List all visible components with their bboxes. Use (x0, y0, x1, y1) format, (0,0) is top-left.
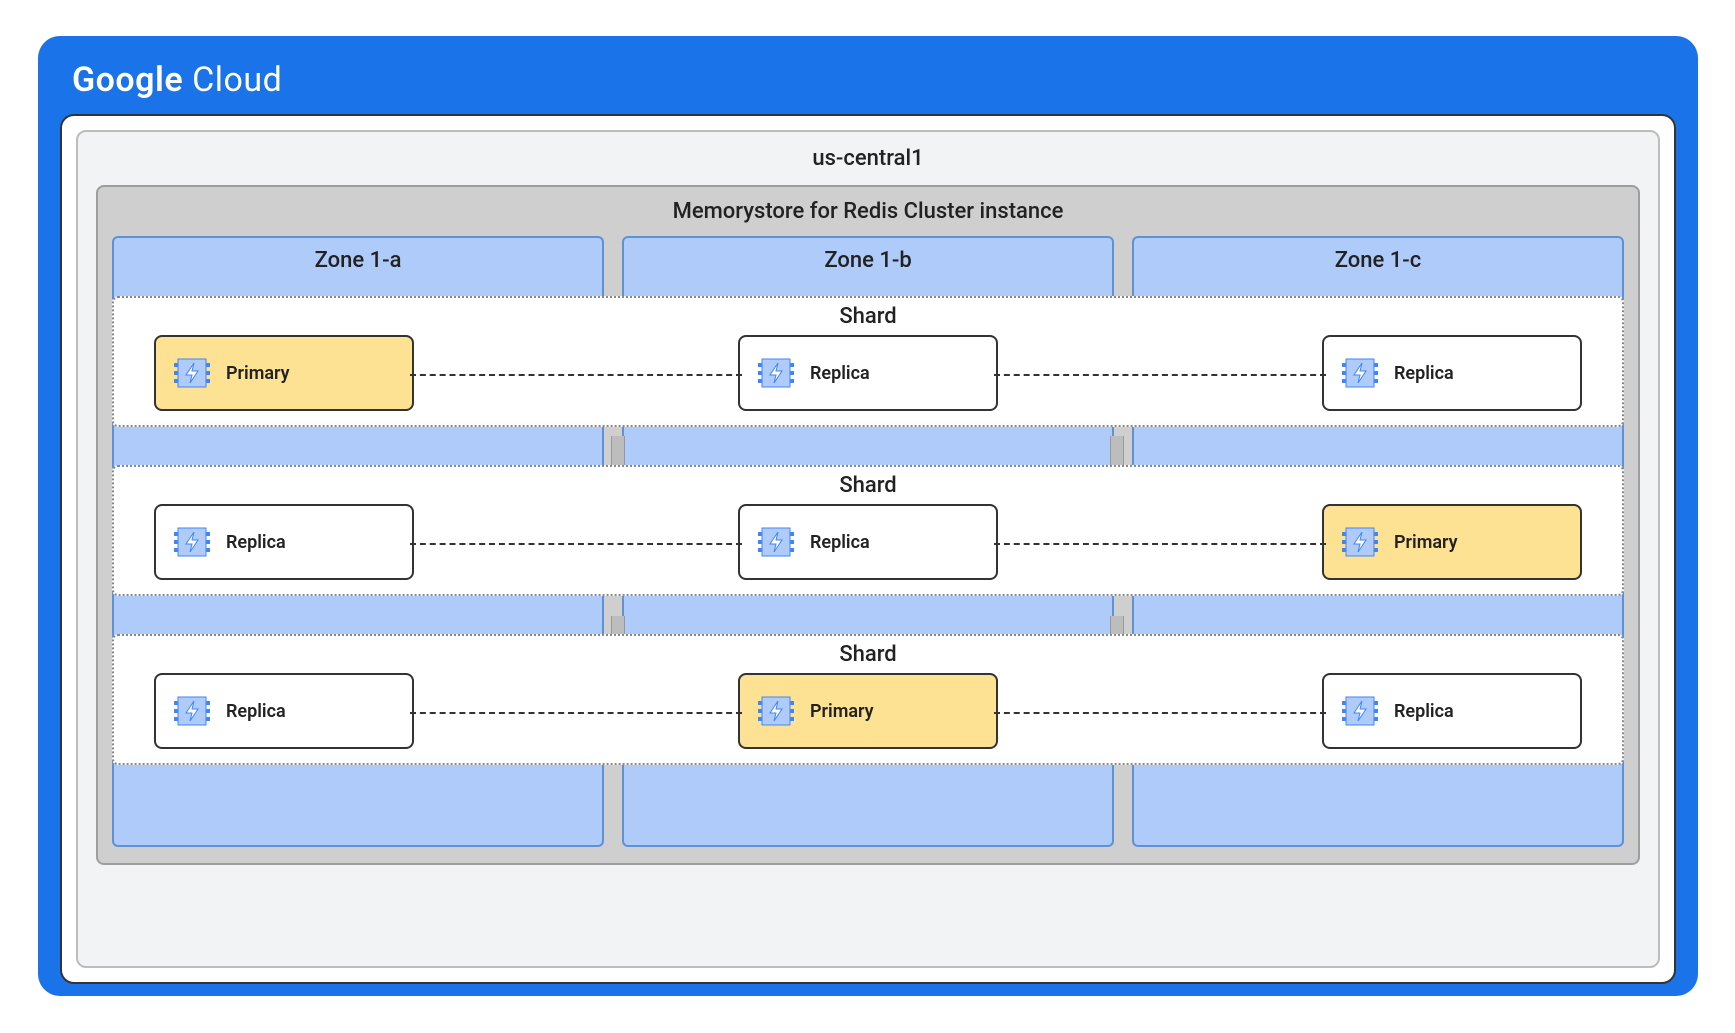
zone-label: Zone 1-b (638, 248, 1098, 273)
region-box: us-central1 Memorystore for Redis Cluste… (76, 130, 1660, 968)
zone-label: Zone 1-c (1148, 248, 1608, 273)
project-box: us-central1 Memorystore for Redis Cluste… (60, 114, 1676, 984)
zone-box-c: Zone 1-c (1132, 236, 1624, 847)
zones-row: Zone 1-a Zone 1-b Zone 1-c (112, 236, 1624, 847)
region-label: us-central1 (96, 146, 1640, 171)
zone-box-a: Zone 1-a (112, 236, 604, 847)
cluster-title: Memorystore for Redis Cluster instance (112, 199, 1624, 224)
cloud-container: Google Cloud us-central1 Memorystore for… (38, 36, 1698, 996)
zone-label: Zone 1-a (128, 248, 588, 273)
cluster-box: Memorystore for Redis Cluster instance Z… (96, 185, 1640, 865)
google-cloud-logo: Google Cloud (72, 60, 1676, 100)
zone-box-b: Zone 1-b (622, 236, 1114, 847)
